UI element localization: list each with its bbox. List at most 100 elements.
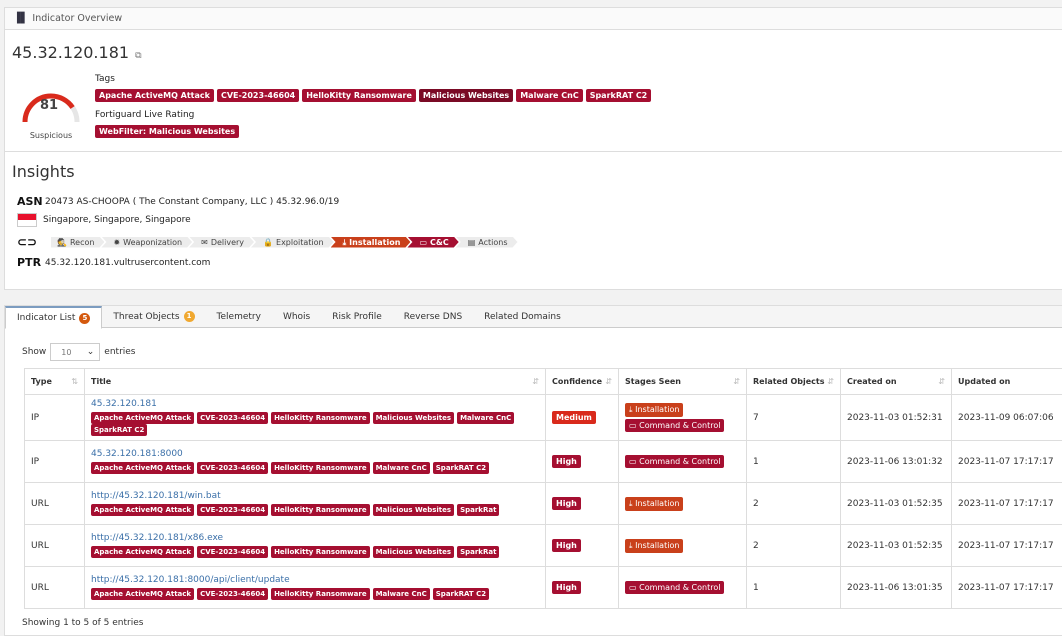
tag[interactable]: Malicious Websites [372, 412, 455, 424]
tab-threat-objects[interactable]: Threat Objects 1 [102, 306, 205, 327]
entries-label: entries [104, 347, 136, 357]
stage-icon: 🔒 [263, 237, 274, 247]
killchain-stage: ▭ C&C [407, 237, 458, 248]
column-header-stages-seen[interactable]: Stages Seen ⇵ [618, 368, 747, 395]
stages-cell: ⤓ Installation ▭ Command & Control [618, 394, 747, 441]
column-label: Related Objects [753, 377, 825, 386]
bar-chart-icon: ▐▌ [13, 13, 29, 24]
page-size-select[interactable]: 10 ⌄ [50, 343, 101, 361]
type-cell: IP [24, 440, 85, 483]
sort-icon[interactable]: ⇵ [827, 377, 834, 386]
sort-icon[interactable]: ⇵ [938, 377, 945, 386]
column-label: Confidence [552, 377, 603, 386]
tag[interactable]: CVE-2023-46604 [197, 546, 269, 558]
tag[interactable]: SparkRat [457, 504, 500, 516]
tab-related-domains[interactable]: Related Domains [473, 306, 572, 327]
column-header-title[interactable]: Title ⇵ [84, 368, 546, 395]
confidence-badge: High [552, 539, 581, 552]
indicator-overview-panel: ▐▌ Indicator Overview 45.32.120.181 ⧉ 81 … [4, 7, 1062, 290]
related-objects-cell: 2 [746, 524, 841, 567]
tag[interactable]: Apache ActiveMQ Attack [91, 462, 195, 474]
tag[interactable]: Apache ActiveMQ Attack [91, 412, 195, 424]
sort-icon[interactable]: ⇵ [605, 377, 612, 386]
table-row: URL http://45.32.120.181/win.bat Apache Ac… [24, 482, 1062, 525]
panel-header: ▐▌ Indicator Overview [5, 8, 1062, 30]
tag[interactable]: CVE-2023-46604 [216, 89, 300, 102]
tab-risk-profile[interactable]: Risk Profile [321, 306, 393, 327]
sort-icon[interactable]: ⇅ [71, 377, 78, 386]
column-header-created-on[interactable]: Created on ⇵ [840, 368, 952, 395]
tag[interactable]: HelloKitty Ransomware [271, 588, 370, 600]
tag[interactable]: Malware CnC [457, 412, 515, 424]
stage-label: Installation [635, 498, 680, 508]
tag[interactable]: Apache ActiveMQ Attack [91, 504, 195, 516]
tag[interactable]: Malware CnC [516, 89, 583, 102]
tag[interactable]: Malicious Websites [372, 546, 455, 558]
indicator-link[interactable]: http://45.32.120.181:8000/api/client/upd… [91, 575, 539, 585]
sort-icon[interactable]: ⇵ [733, 377, 740, 386]
tags-label: Tags [95, 74, 115, 84]
killchain-stage: ⤓ Installation [331, 237, 411, 248]
stage-label: Command & Control [639, 421, 721, 430]
score-gauge: 81 Suspicious [17, 80, 85, 140]
fortiguard-tag[interactable]: WebFilter: Malicious Websites [95, 125, 240, 138]
sort-icon[interactable]: ⇵ [532, 377, 539, 386]
table-info: Showing 1 to 5 of 5 entries [22, 618, 144, 628]
confidence-badge: High [552, 581, 581, 594]
copy-icon[interactable]: ⧉ [135, 51, 141, 61]
killchain-stage: 🔒 Exploitation [251, 237, 334, 248]
tag[interactable]: SparkRAT C2 [585, 89, 652, 102]
tab-telemetry[interactable]: Telemetry [206, 306, 272, 327]
tab-label: Whois [282, 311, 311, 322]
confidence-cell: High [545, 482, 619, 525]
asn-label: ASN [17, 195, 43, 208]
tab-label: Risk Profile [332, 311, 382, 322]
tag[interactable]: CVE-2023-46604 [197, 462, 269, 474]
tag[interactable]: HelloKitty Ransomware [271, 412, 370, 424]
tag-list: Apache ActiveMQ Attack CVE-2023-46604 Hell… [91, 504, 539, 516]
tag[interactable]: SparkRAT C2 [91, 424, 148, 436]
tag[interactable]: Malicious Websites [372, 504, 455, 516]
tab-whois[interactable]: Whois [272, 306, 321, 327]
column-header-type[interactable]: Type ⇅ [24, 368, 85, 395]
tag[interactable]: HelloKitty Ransomware [271, 504, 370, 516]
tag[interactable]: Apache ActiveMQ Attack [95, 89, 214, 102]
indicator-link[interactable]: 45.32.120.181 [91, 399, 539, 409]
updated-cell: 2023-11-07 17:17:17 [951, 482, 1062, 525]
tag[interactable]: HelloKitty Ransomware [271, 546, 370, 558]
column-label: Type [31, 377, 52, 386]
link-icon: ⊂⊃ [17, 235, 38, 249]
indicator-value: 45.32.120.181 ⧉ [12, 43, 142, 62]
created-cell: 2023-11-03 01:52:35 [840, 524, 952, 567]
tag[interactable]: HelloKitty Ransomware [302, 89, 416, 102]
confidence-cell: High [545, 566, 619, 609]
laptop-icon: ▭ [629, 421, 640, 430]
tab-label: Threat Objects [113, 311, 180, 322]
column-header-related-objects[interactable]: Related Objects ⇵ [746, 368, 841, 395]
tag[interactable]: Apache ActiveMQ Attack [91, 546, 195, 558]
tag[interactable]: Malware CnC [372, 462, 430, 474]
type-cell: IP [24, 394, 85, 441]
tab-reverse-dns[interactable]: Reverse DNS [393, 306, 473, 327]
tag[interactable]: CVE-2023-46604 [197, 504, 269, 516]
chevron-down-icon: ⌄ [86, 347, 95, 357]
tag[interactable]: CVE-2023-46604 [197, 412, 269, 424]
column-header-confidence[interactable]: Confidence ⇵ [545, 368, 619, 395]
tag[interactable]: Malware CnC [372, 588, 430, 600]
column-header-updated-on[interactable]: Updated on [951, 368, 1062, 395]
killchain-stage: ✉ Delivery [189, 237, 254, 248]
ptr-row: PTR 45.32.120.181.vultrusercontent.com [17, 256, 210, 269]
indicator-link[interactable]: 45.32.120.181:8000 [91, 449, 539, 459]
location-value: Singapore, Singapore, Singapore [43, 215, 191, 225]
tag[interactable]: SparkRat [457, 546, 500, 558]
tag[interactable]: Malicious Websites [418, 89, 514, 102]
indicator-link[interactable]: http://45.32.120.181/x86.exe [91, 533, 539, 543]
tag[interactable]: CVE-2023-46604 [197, 588, 269, 600]
indicator-link[interactable]: http://45.32.120.181/win.bat [91, 491, 539, 501]
tag[interactable]: SparkRAT C2 [432, 588, 490, 600]
tab-indicator-list[interactable]: Indicator List 5 [5, 306, 103, 329]
table-row: URL http://45.32.120.181:8000/api/client/… [24, 566, 1062, 609]
tag[interactable]: SparkRAT C2 [432, 462, 490, 474]
tag[interactable]: Apache ActiveMQ Attack [91, 588, 195, 600]
tag[interactable]: HelloKitty Ransomware [271, 462, 370, 474]
